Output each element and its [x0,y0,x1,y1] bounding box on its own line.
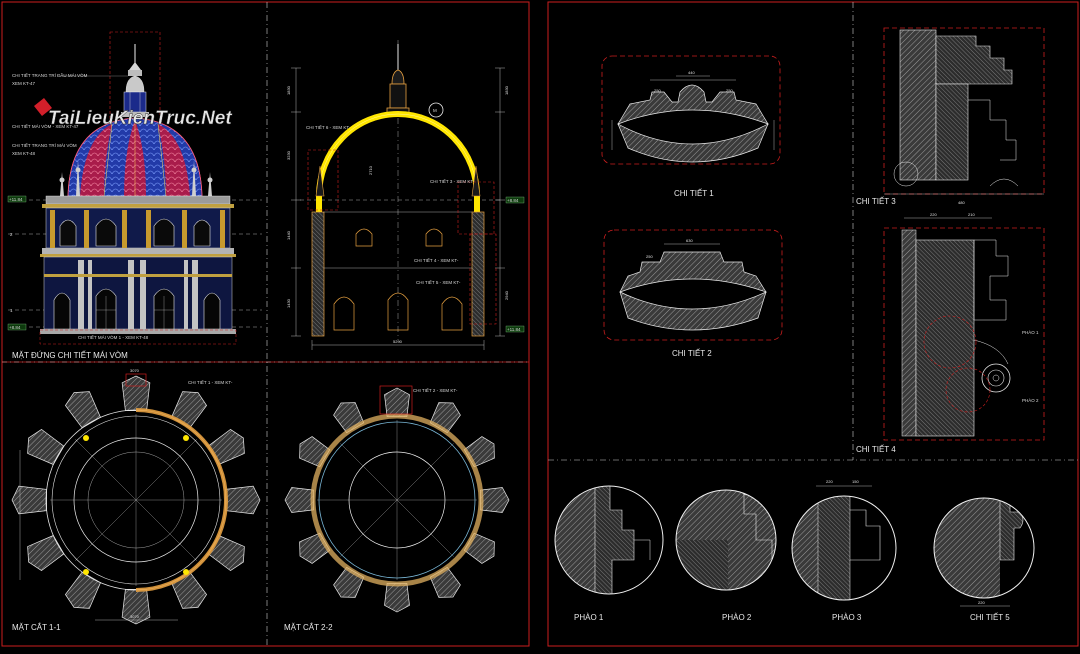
plan-1-axis [75,439,137,501]
cad-drawing-viewport[interactable]: 2 3 1 +11.84 +8.84 CHI TIẾT TRANG TRÍ ĐẦ… [0,0,1080,649]
level-mark-right: +8.84 [507,198,519,203]
p3-dim-w6: 220 [826,479,833,484]
plan-2-lobe [284,487,314,513]
grid-mark-1: 1 [10,308,13,313]
plan-section-2-2: CHI TIẾT 2 - XEM KT- MẶT CẮT 2-2 [284,385,510,632]
plan-section-1-1: CHI TIẾT 1 - XEM KT- 3070 3070 MẶT CẮT 1… [11,368,261,632]
dim-radius: 2710 [368,165,373,175]
dim-w1: 3070 [130,614,140,619]
detail-4-drawing: 220 210 PHÀO 1 PHÀO 2 CHI TIẾT 4 [856,212,1045,454]
dim-h2: 2940 [504,290,509,300]
phao-3-label: PHÀO 3 [832,613,862,622]
plan-2-lobe [299,532,331,564]
detail-5-drawing: 220 CHI TIẾT 5 [933,497,1035,622]
level-mark-upper: +11.84 [9,197,23,202]
plan-1-lobe [64,571,101,609]
callout-base: CHI TIẾT MÁI VÒM 1 - XEM KT-48 [78,334,149,340]
section-2-title: MẶT CẮT 2-2 [284,623,333,632]
phao-2-label: PHÀO 2 [722,613,752,622]
plan-2-lobe [429,566,461,598]
detail-3-label: CHI TIẾT 3 [856,196,896,206]
plan-2-axis [340,443,398,501]
plan-2-lobe [429,402,461,434]
plan-2-lobe [333,402,365,434]
p3-dim-w8: 150 [852,479,859,484]
dim-h1-right: 1830 [504,85,509,95]
plan-2-lobe [463,436,495,468]
d3-dim-w9: 480 [958,200,965,205]
level-mark-right-low: +11.84 [507,327,521,332]
callout-detail-6: CHI TIẾT 6 - XEM KT- [306,124,351,130]
plan-2-lobe [299,436,331,468]
plan-2-axis [340,499,398,557]
phao-2-drawing: PHÀO 2 [675,489,777,622]
detail-3-drawing: 480 CHI TIẾT 3 [856,27,1045,206]
section-mark: M [433,108,437,113]
plan-1-lobe [11,485,47,515]
dim-w1-top: 3070 [130,368,140,373]
plan-2-lobe [384,583,410,613]
plan-1-lobe [171,391,208,429]
plan-1-axis [135,439,197,501]
callout-ornament-ref: XEM KT-48 [12,151,36,156]
plan-1-axis [135,499,197,561]
dim-h4: 3230 [286,150,291,160]
d2-dim-w3: 250 [646,254,653,259]
detail-1-drawing: 440 250 250 CHI TIẾT 1 [601,55,781,198]
dome-section: 1830 3230 1440 1430 1830 2940 5290 2710 … [286,40,525,350]
plan-1-lobe [64,391,101,429]
callout-detail-5: CHI TIẾT 5 - XEM KT- [416,279,461,285]
cad-canvas: 2 3 1 +11.84 +8.84 CHI TIẾT TRANG TRÍ ĐẦ… [1,1,1079,647]
phao-1-drawing: PHÀO 1 [554,485,664,622]
plan-2-axis [396,499,454,557]
callout-finial-ref: XEM KT-47 [12,81,36,86]
detail-2-label: CHI TIẾT 2 [672,348,712,358]
grid-mark-2: 2 [10,232,13,237]
detail-2-drawing: 630 250 CHI TIẾT 2 [603,229,783,358]
section-1-title: MẶT CẮT 1-1 [12,623,61,632]
callout-detail-1-plan: CHI TIẾT 1 - XEM KT- [188,379,233,385]
dim-h3: 1440 [286,230,291,240]
d1-dim-w3: 250 [654,88,661,93]
watermark-text: TaiLieuKienTruc.Net [48,108,232,129]
d1-dim-w3b: 250 [726,88,733,93]
callout-finial: CHI TIẾT TRANG TRÍ ĐẦU MÁI VÒM [12,72,88,78]
elevation-title: MẶT ĐỨNG CHI TIẾT MÁI VÒM [12,350,128,360]
detail-4-label: CHI TIẾT 4 [856,444,896,454]
dim-h1: 1830 [286,85,291,95]
dome-elevation: 2 3 1 +11.84 +8.84 CHI TIẾT TRANG TRÍ ĐẦ… [7,31,262,360]
d4-tag-phao-1: PHÀO 1 [1022,329,1039,335]
plan-1-axis [75,499,137,561]
d2-dim-w1: 630 [686,238,693,243]
d4-dim-w6: 220 [930,212,937,217]
d4-tag-phao-2: PHÀO 2 [1022,397,1039,403]
callout-detail-4: CHI TIẾT 4 - XEM KT- [414,257,459,263]
plan-1-rays [11,375,261,625]
callout-detail-3: CHI TIẾT 3 - XEM KT- [430,178,475,184]
plan-1-lobe [225,485,261,515]
plan-1-lobe [207,428,245,465]
plan-2-lobe [480,487,510,513]
level-mark-lower: +8.84 [9,325,21,330]
detail-1-label: CHI TIẾT 1 [674,188,714,198]
d1-dim-w4: 440 [688,70,695,75]
plan-1-lobe [171,571,208,609]
callout-detail-2-plan: CHI TIẾT 2 - XEM KT- [413,387,458,393]
d5-dim-w6: 220 [978,600,985,605]
callout-ornament: CHI TIẾT TRANG TRÍ MÁI VÒM [12,142,77,148]
d4-dim-w7: 210 [968,212,975,217]
plan-1-lobe [27,535,65,572]
phao-3-drawing: 220 150 PHÀO 3 [791,479,897,622]
plan-2-lobe [384,387,410,417]
plan-1-lobe [27,428,65,465]
plan-1-lobe [207,535,245,572]
dim-h5: 1430 [286,298,291,308]
phao-1-label: PHÀO 1 [574,613,604,622]
plan-2-lobe [463,532,495,564]
plan-2-lobe [333,566,365,598]
plan-2-axis [396,443,454,501]
detail-5-label: CHI TIẾT 5 [970,612,1010,622]
